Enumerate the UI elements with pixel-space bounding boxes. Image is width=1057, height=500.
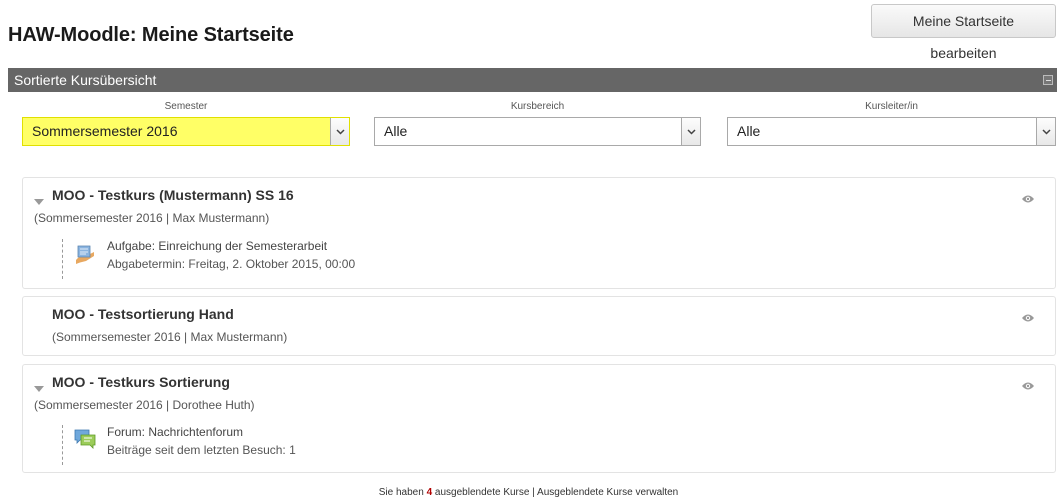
course-title[interactable]: MOO - Testkurs Sortierung xyxy=(52,374,230,390)
course-meta: (Sommersemester 2016 | Max Mustermann) xyxy=(52,330,288,344)
activity-name[interactable]: Aufgabe: Einreichung der Semesterarbeit xyxy=(107,239,327,253)
activity-name[interactable]: Forum: Nachrichtenforum xyxy=(107,425,243,439)
expand-toggle-icon[interactable] xyxy=(34,192,44,210)
activity-item: Forum: Nachrichtenforum Beiträge seit de… xyxy=(62,425,462,465)
kursleiter-select[interactable]: Alle xyxy=(727,117,1056,146)
eye-icon[interactable] xyxy=(1021,378,1035,396)
chevron-down-icon xyxy=(330,118,349,145)
collapse-icon[interactable] xyxy=(1043,75,1053,85)
semester-select[interactable]: Sommersemester 2016 xyxy=(22,117,350,146)
course-card: MOO - Testkurs Sortierung (Sommersemeste… xyxy=(22,364,1056,473)
expand-toggle-icon[interactable] xyxy=(34,379,44,397)
activity-item: Aufgabe: Einreichung der Semesterarbeit … xyxy=(62,239,462,279)
course-card: MOO - Testsortierung Hand (Sommersemeste… xyxy=(22,296,1056,356)
eye-icon[interactable] xyxy=(1021,310,1035,328)
hidden-courses-middle: ausgeblendete Kurse | xyxy=(432,487,538,498)
course-title[interactable]: MOO - Testsortierung Hand xyxy=(52,306,234,322)
forum-icon xyxy=(73,428,97,455)
chevron-down-icon xyxy=(1036,118,1055,145)
edit-startpage-button[interactable]: Meine Startseite bearbeiten xyxy=(871,4,1056,61)
assignment-icon xyxy=(73,242,97,271)
course-card: MOO - Testkurs (Mustermann) SS 16 (Somme… xyxy=(22,177,1056,289)
semester-label: Semester xyxy=(164,101,208,112)
kursleiter-label: Kursleiter/in xyxy=(865,101,918,112)
course-meta: (Sommersemester 2016 | Max Mustermann) xyxy=(34,211,270,225)
page-title: HAW-Moodle: Meine Startseite xyxy=(8,24,294,46)
hidden-courses-note: Sie haben 4 ausgeblendete Kurse | Ausgeb… xyxy=(0,487,1057,498)
eye-icon[interactable] xyxy=(1021,191,1035,209)
kursbereich-label: Kursbereich xyxy=(510,101,565,112)
course-title[interactable]: MOO - Testkurs (Mustermann) SS 16 xyxy=(52,187,294,203)
activity-sub: Abgabetermin: Freitag, 2. Oktober 2015, … xyxy=(107,257,356,271)
hidden-courses-prefix: Sie haben xyxy=(378,487,427,498)
course-meta: (Sommersemester 2016 | Dorothee Huth) xyxy=(34,398,255,412)
kursleiter-select-value: Alle xyxy=(737,123,761,139)
block-header: Sortierte Kursübersicht xyxy=(8,68,1057,92)
kursbereich-select-value: Alle xyxy=(384,123,408,139)
activity-sub: Beiträge seit dem letzten Besuch: 1 xyxy=(107,443,296,457)
block-title: Sortierte Kursübersicht xyxy=(14,72,157,88)
chevron-down-icon xyxy=(681,118,700,145)
manage-hidden-courses-link[interactable]: Ausgeblendete Kurse verwalten xyxy=(537,487,678,498)
semester-select-value: Sommersemester 2016 xyxy=(32,123,178,139)
kursbereich-select[interactable]: Alle xyxy=(374,117,701,146)
